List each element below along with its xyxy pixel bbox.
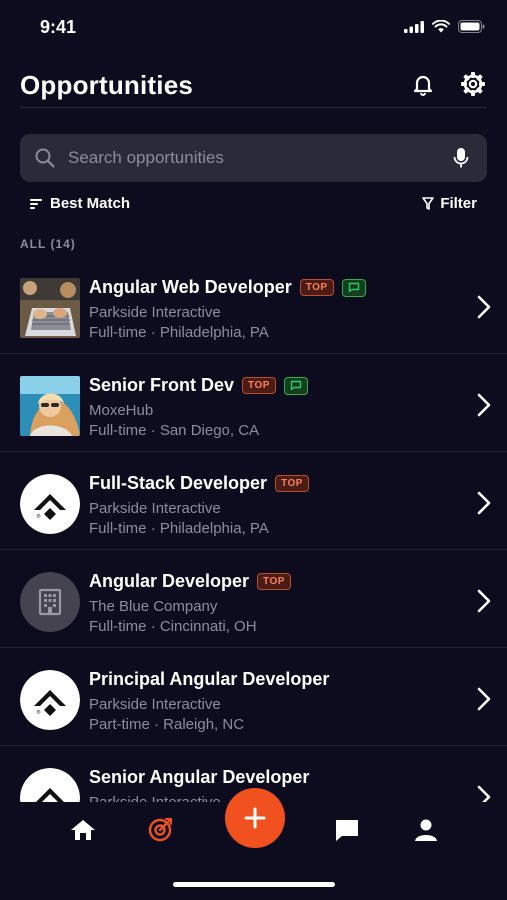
sort-button[interactable]: Best Match xyxy=(30,195,130,212)
job-title-line: Angular Developer TOP xyxy=(89,571,291,592)
company-name: Parkside Interactive xyxy=(89,696,221,713)
chat-bubble-icon xyxy=(348,282,359,293)
job-meta: Full-time · San Diego, CA xyxy=(89,422,260,439)
home-icon xyxy=(71,820,95,840)
job-title-line: Senior Front Dev TOP xyxy=(89,375,308,396)
job-title: Principal Angular Developer xyxy=(89,669,330,689)
job-thumbnail xyxy=(20,572,80,632)
company-name: MoxeHub xyxy=(89,402,154,419)
battery-icon xyxy=(458,20,485,33)
job-meta: Full-time · Cincinnati, OH xyxy=(89,618,257,635)
job-title-line: Angular Web Developer TOP xyxy=(89,277,366,298)
chat-bubble-icon xyxy=(290,380,302,391)
chevron-right-icon xyxy=(477,589,491,613)
job-title: Senior Angular Developer xyxy=(89,767,310,787)
person-photo-icon xyxy=(20,376,80,436)
tab-profile[interactable] xyxy=(410,814,442,846)
laptop-photo-icon xyxy=(20,278,80,338)
company-name: The Blue Company xyxy=(89,598,218,615)
job-title: Angular Web Developer xyxy=(89,277,292,297)
chevron-right-icon xyxy=(477,393,491,417)
page-title: Opportunities xyxy=(20,70,194,100)
list-item[interactable]: Angular Developer TOP The Blue Company F… xyxy=(0,550,507,648)
svg-text:®: ® xyxy=(36,513,41,520)
wifi-icon xyxy=(432,20,450,33)
job-thumbnail: ® xyxy=(20,474,80,534)
list-item[interactable]: Senior Front Dev TOP MoxeHub Full-time ·… xyxy=(0,354,507,452)
top-badge: TOP xyxy=(275,475,309,492)
top-badge: TOP xyxy=(299,279,334,296)
filter-label: Filter xyxy=(440,195,477,212)
company-name: Parkside Interactive xyxy=(89,500,221,517)
sort-label: Best Match xyxy=(50,195,131,212)
header: Opportunities xyxy=(20,64,487,108)
tab-home[interactable] xyxy=(67,814,99,846)
job-meta: Full-time · Philadelphia, PA xyxy=(89,324,269,341)
company-name: Parkside Interactive xyxy=(89,304,221,321)
job-meta: Part-time · Raleigh, NC xyxy=(89,716,245,733)
search-input[interactable] xyxy=(68,134,448,182)
job-title: Senior Front Dev xyxy=(89,375,235,395)
signal-icon xyxy=(404,20,424,33)
message-badge xyxy=(283,376,308,395)
job-title-line: Principal Angular Developer xyxy=(89,669,329,690)
parkside-logo-icon xyxy=(20,768,80,802)
company-name: Parkside Interactive xyxy=(89,794,221,802)
tab-opportunities[interactable] xyxy=(144,814,176,846)
filter-button[interactable]: Filter xyxy=(422,195,477,212)
job-title-line: Full-Stack Developer TOP xyxy=(89,473,309,494)
status-bar: 9:41 xyxy=(0,0,507,56)
add-button[interactable] xyxy=(225,788,285,848)
status-icons xyxy=(404,20,485,33)
parkside-logo-icon: ® xyxy=(20,474,80,534)
notifications-button[interactable] xyxy=(409,70,437,98)
opportunities-icon xyxy=(148,818,172,842)
section-header: ALL (14) xyxy=(20,237,76,251)
svg-text:®: ® xyxy=(36,709,41,716)
job-title-line: Senior Angular Developer xyxy=(89,767,309,788)
settings-button[interactable] xyxy=(459,70,487,98)
search-icon xyxy=(35,148,55,168)
sort-icon xyxy=(30,198,42,209)
chevron-right-icon xyxy=(477,687,491,711)
profile-icon xyxy=(415,819,437,841)
status-time: 9:41 xyxy=(40,17,77,37)
message-badge xyxy=(341,278,366,297)
filter-icon xyxy=(422,196,435,210)
bell-icon xyxy=(413,75,433,96)
chevron-right-icon xyxy=(477,785,491,802)
job-meta: Full-time · Philadelphia, PA xyxy=(89,520,269,537)
messages-icon xyxy=(336,820,358,841)
list-item[interactable]: ® Full-Stack Developer TOP Parkside Inte… xyxy=(0,452,507,550)
chevron-right-icon xyxy=(477,491,491,515)
job-title: Angular Developer xyxy=(89,571,250,591)
building-icon xyxy=(20,572,80,632)
top-badge: TOP xyxy=(257,573,291,590)
parkside-logo-icon: ® xyxy=(20,670,80,730)
list-item[interactable]: Angular Web Developer TOP Parkside Inter… xyxy=(0,256,507,354)
job-thumbnail xyxy=(20,768,80,802)
job-thumbnail xyxy=(20,376,80,436)
tab-messages[interactable] xyxy=(331,814,363,846)
plus-icon xyxy=(244,807,266,829)
microphone-icon[interactable] xyxy=(453,147,469,169)
list-item[interactable]: ® Principal Angular Developer Parkside I… xyxy=(0,648,507,746)
gear-icon xyxy=(461,72,485,96)
sort-filter-row: Best Match Filter xyxy=(20,192,487,216)
search-bar xyxy=(20,134,487,182)
job-title: Full-Stack Developer xyxy=(89,473,268,493)
opportunity-list: Angular Web Developer TOP Parkside Inter… xyxy=(0,256,507,802)
job-thumbnail: ® xyxy=(20,670,80,730)
home-indicator xyxy=(173,882,335,887)
top-badge: TOP xyxy=(242,377,276,394)
job-thumbnail xyxy=(20,278,80,338)
chevron-right-icon xyxy=(477,295,491,319)
